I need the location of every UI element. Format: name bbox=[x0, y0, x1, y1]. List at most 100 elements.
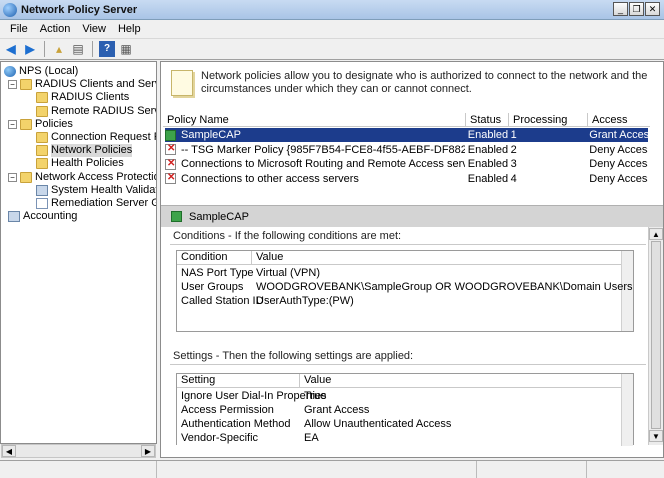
collapse-toggle-icon[interactable]: − bbox=[8, 119, 17, 129]
window-title: Network Policy Server bbox=[21, 3, 138, 16]
policy-name: SampleCAP bbox=[181, 129, 241, 141]
tree-item[interactable]: Remediation Server Group bbox=[36, 197, 156, 210]
scroll-up-icon[interactable]: ▲ bbox=[649, 228, 663, 240]
tree-item-label: Network Policies bbox=[51, 144, 133, 158]
deny-policy-icon bbox=[165, 143, 176, 155]
tree-item[interactable]: − Policies bbox=[8, 118, 73, 131]
tree-item-label: Remediation Server Group bbox=[51, 197, 156, 209]
tree-horizontal-scrollbar[interactable]: ◀ ▶ bbox=[1, 444, 156, 458]
policy-status: Enabled bbox=[467, 129, 508, 141]
folder-icon bbox=[36, 132, 48, 143]
tree-item-label: Connection Request Polic bbox=[51, 131, 156, 143]
column-access-type[interactable]: Access Type bbox=[588, 113, 650, 140]
policy-row[interactable]: Connections to other access servers Enabl… bbox=[165, 172, 648, 186]
folder-icon bbox=[36, 92, 48, 104]
folder-icon bbox=[20, 171, 32, 183]
policy-row[interactable]: -- TSG Marker Policy {985F7B54-FCE8-4f55… bbox=[165, 143, 648, 157]
tree-item-label: Remote RADIUS Server G bbox=[51, 104, 156, 117]
column-status[interactable]: Status bbox=[466, 113, 509, 126]
detail-vertical-scrollbar[interactable]: ▲ ▼ bbox=[648, 227, 663, 445]
condition-value: UserAuthType:(PW) bbox=[256, 295, 354, 307]
folder-icon bbox=[36, 105, 48, 117]
status-bar bbox=[0, 460, 664, 478]
settings-column-value[interactable]: Value bbox=[300, 374, 622, 387]
scroll-right-icon[interactable]: ▶ bbox=[141, 445, 155, 457]
scroll-left-icon[interactable]: ◀ bbox=[2, 445, 16, 457]
menu-view[interactable]: View bbox=[76, 23, 112, 35]
collapse-toggle-icon[interactable]: − bbox=[8, 172, 17, 182]
show-hide-tree-icon[interactable]: ▤ bbox=[70, 41, 86, 57]
gear-icon bbox=[36, 184, 48, 196]
tree-item[interactable]: − Network Access Protection bbox=[8, 170, 157, 184]
menu-action[interactable]: Action bbox=[34, 23, 77, 35]
scroll-thumb[interactable] bbox=[651, 241, 661, 429]
back-arrow-icon[interactable]: ◀ bbox=[3, 41, 19, 57]
condition-value: Virtual (VPN) bbox=[256, 267, 320, 279]
info-text: Network policies allow you to designate … bbox=[201, 70, 648, 95]
toolbar-divider bbox=[92, 41, 93, 57]
menu-file[interactable]: File bbox=[4, 23, 34, 35]
tree-item[interactable]: Connection Request Polic bbox=[36, 131, 156, 144]
forward-arrow-icon[interactable]: ▶ bbox=[22, 41, 38, 57]
policy-name: Connections to other access servers bbox=[181, 172, 359, 185]
properties-icon[interactable]: ▦ bbox=[118, 41, 134, 57]
tree-item[interactable]: Accounting bbox=[8, 210, 77, 223]
tree-item-label: NPS (Local) bbox=[19, 65, 79, 77]
policy-row[interactable]: Connections to Microsoft Routing and Rem… bbox=[165, 157, 648, 171]
deny-policy-icon bbox=[165, 172, 176, 184]
settings-column-setting[interactable]: Setting bbox=[177, 374, 300, 387]
close-button[interactable]: ✕ bbox=[645, 2, 660, 16]
up-folder-icon[interactable]: ▴ bbox=[51, 41, 67, 57]
tree-item[interactable]: Network Policies bbox=[36, 144, 133, 158]
condition-name: Called Station ID bbox=[181, 295, 264, 307]
tree-item-label: Policies bbox=[35, 117, 73, 130]
policy-order: 1 bbox=[510, 129, 517, 141]
setting-name: Authentication Method bbox=[181, 418, 291, 430]
gear-icon bbox=[8, 211, 20, 223]
notebook-icon bbox=[171, 70, 193, 96]
folder-icon bbox=[36, 158, 48, 170]
tree-item[interactable]: − RADIUS Clients and Servers bbox=[8, 78, 156, 91]
tree-item[interactable]: Health Policies bbox=[36, 157, 124, 170]
minimize-button[interactable]: _ bbox=[613, 2, 628, 16]
policy-status: Enabled bbox=[467, 143, 508, 156]
tree-item[interactable]: NPS (Local) bbox=[4, 65, 78, 78]
nps-app-icon bbox=[3, 2, 17, 17]
column-policy-name[interactable]: Policy Name bbox=[163, 113, 466, 126]
detail-title: SampleCAP bbox=[189, 210, 249, 223]
help-icon[interactable]: ? bbox=[99, 41, 115, 57]
restore-button[interactable]: ❐ bbox=[629, 2, 644, 16]
tree-item[interactable]: Remote RADIUS Server G bbox=[36, 104, 156, 118]
title-bar: Network Policy Server _ ❐ ✕ bbox=[0, 0, 664, 20]
folder-icon bbox=[36, 145, 48, 157]
conditions-column-value[interactable]: Value bbox=[252, 251, 622, 264]
settings-heading: Settings - Then the following settings a… bbox=[173, 350, 414, 362]
folder-icon bbox=[20, 118, 32, 130]
conditions-column-condition[interactable]: Condition bbox=[177, 251, 252, 264]
policy-status: Enabled bbox=[467, 158, 508, 170]
policy-access: Deny Access bbox=[589, 158, 649, 170]
scroll-down-icon[interactable]: ▼ bbox=[649, 430, 663, 442]
column-processing-order[interactable]: Processing Order bbox=[509, 113, 588, 140]
tree-item[interactable]: RADIUS Clients bbox=[36, 91, 129, 104]
conditions-heading: Conditions - If the following conditions… bbox=[173, 230, 402, 242]
doc-icon bbox=[36, 198, 48, 209]
conditions-table: Condition Value NAS Port Type Virtual (VP… bbox=[176, 250, 634, 332]
tree-item-label: RADIUS Clients and Servers bbox=[35, 78, 156, 91]
toolbar: ◀ ▶ ▴ ▤ ? ▦ bbox=[0, 38, 664, 60]
settings-scrollbar[interactable] bbox=[621, 374, 633, 446]
policy-order: 4 bbox=[510, 172, 517, 185]
collapse-toggle-icon[interactable]: − bbox=[8, 80, 17, 90]
tree-item-label: Network Access Protection bbox=[35, 170, 157, 183]
policy-access: Grant Access bbox=[589, 129, 649, 141]
policy-row[interactable]: SampleCAP Enabled1 Grant Access bbox=[165, 128, 648, 142]
tree-item[interactable]: System Health Validators bbox=[36, 183, 156, 197]
menu-help[interactable]: Help bbox=[112, 23, 147, 35]
setting-name: Vendor-Specific bbox=[181, 432, 259, 444]
condition-name: NAS Port Type bbox=[181, 267, 254, 279]
tree-item-label: System Health Validators bbox=[51, 183, 156, 196]
navigation-tree: NPS (Local)−RADIUS Clients and ServersRA… bbox=[0, 61, 157, 444]
policy-access: Deny Access bbox=[589, 143, 649, 156]
deny-policy-icon bbox=[165, 158, 176, 170]
setting-value: Allow Unauthenticated Access bbox=[304, 418, 452, 430]
